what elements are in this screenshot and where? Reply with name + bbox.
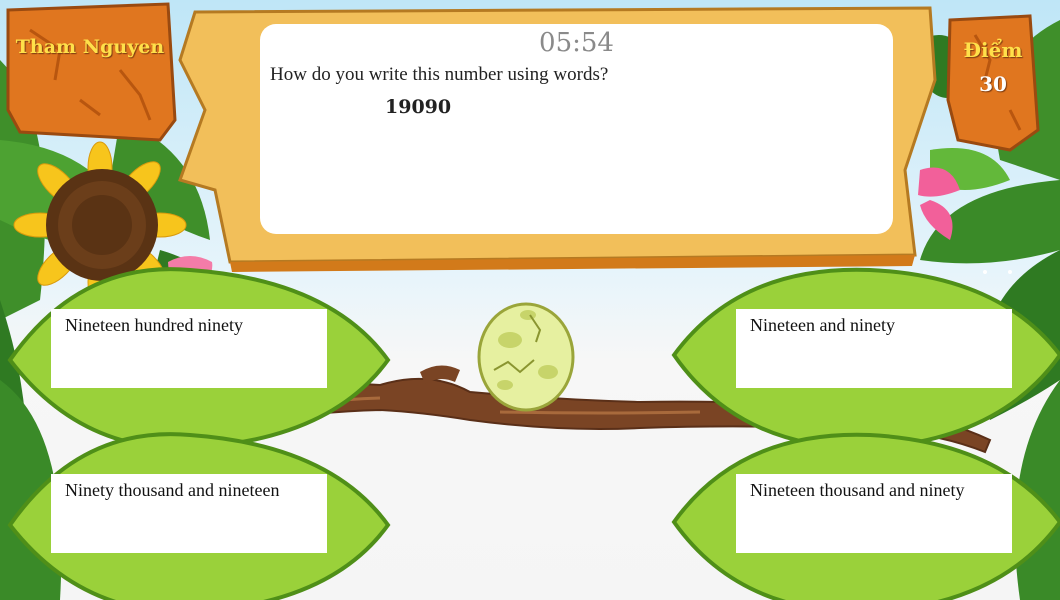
egg <box>477 302 575 412</box>
answer-option-1[interactable]: Nineteen hundred ninety <box>51 309 327 388</box>
question-card: 05:54 How do you write this number using… <box>260 24 893 234</box>
answer-option-2[interactable]: Nineteen and ninety <box>736 309 1012 388</box>
game-scene: Tham Nguyen Điểm 30 05:54 How do you wri… <box>0 0 1060 600</box>
question-number: 19090 <box>385 96 452 118</box>
score-label: Điểm <box>963 38 1023 62</box>
question-text: How do you write this number using words… <box>270 64 609 85</box>
answer-option-3[interactable]: Ninety thousand and nineteen <box>51 474 327 553</box>
score-value: 30 <box>979 72 1007 96</box>
player-plank <box>6 2 177 142</box>
player-name: Tham Nguyen <box>15 36 165 58</box>
answer-option-4[interactable]: Nineteen thousand and ninety <box>736 474 1012 553</box>
countdown-timer: 05:54 <box>539 28 614 58</box>
